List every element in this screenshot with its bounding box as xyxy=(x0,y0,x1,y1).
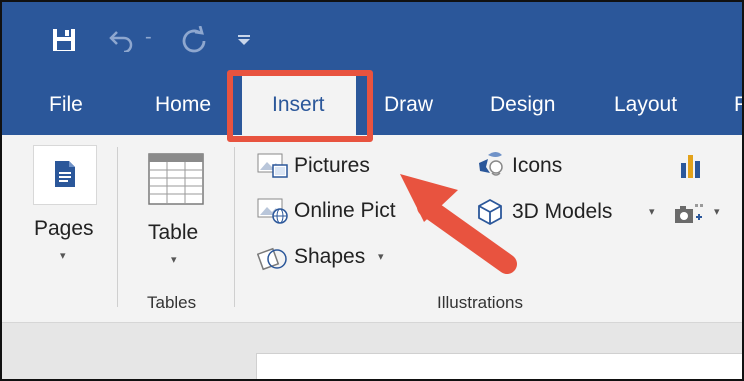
undo-icon[interactable] xyxy=(109,28,135,52)
page-icon xyxy=(55,161,75,187)
pictures-button[interactable]: Pictures xyxy=(257,151,392,181)
separator xyxy=(117,147,118,307)
table-dropdown-icon[interactable]: ▾ xyxy=(171,253,177,266)
pages-dropdown-icon[interactable]: ▾ xyxy=(60,249,66,262)
pages-icon-box xyxy=(33,145,97,205)
screenshot-icon xyxy=(675,204,703,223)
insert-tab-highlight xyxy=(227,70,373,142)
customize-qat-icon[interactable] xyxy=(237,34,251,46)
tab-file[interactable]: File xyxy=(49,93,83,117)
shapes-label: Shapes xyxy=(294,245,366,268)
chart-icon[interactable] xyxy=(680,153,702,179)
tab-references-partial[interactable]: R xyxy=(734,93,742,117)
undo-dropdown[interactable]: - xyxy=(145,26,152,49)
tab-layout[interactable]: Layout xyxy=(614,93,677,117)
document-page[interactable] xyxy=(256,353,742,379)
screenshot-button[interactable]: ▾ xyxy=(674,199,732,227)
pictures-label: Pictures xyxy=(294,154,370,177)
shapes-button[interactable]: Shapes ▾ xyxy=(257,242,397,272)
ribbon-insert: Pages ▾ Table ▾ Tables Pictures Online P… xyxy=(2,135,742,323)
separator xyxy=(234,147,235,307)
save-icon[interactable] xyxy=(52,28,76,52)
table-label: Table xyxy=(148,221,199,244)
table-button[interactable]: Table ▾ xyxy=(142,149,212,279)
shapes-icon xyxy=(257,247,287,271)
3d-models-dropdown-icon[interactable]: ▾ xyxy=(649,205,655,218)
title-bar: - xyxy=(2,2,742,73)
word-window: - File Home Insert Draw Design Layout R xyxy=(0,0,744,381)
group-label-illustrations: Illustrations xyxy=(437,293,523,312)
tab-home[interactable]: Home xyxy=(155,93,211,117)
online-pictures-label: Online Pict xyxy=(294,199,396,222)
table-icon xyxy=(148,153,204,205)
tab-design[interactable]: Design xyxy=(490,93,555,117)
pages-button[interactable]: Pages ▾ xyxy=(31,145,97,285)
annotation-arrow-icon xyxy=(400,174,517,274)
online-pictures-icon xyxy=(257,198,288,224)
group-label-tables: Tables xyxy=(147,293,197,312)
pictures-icon xyxy=(257,153,288,178)
pages-label: Pages xyxy=(34,217,94,240)
tab-draw[interactable]: Draw xyxy=(384,93,433,117)
screenshot-dropdown-icon[interactable]: ▾ xyxy=(714,205,720,218)
redo-icon[interactable] xyxy=(180,26,208,54)
